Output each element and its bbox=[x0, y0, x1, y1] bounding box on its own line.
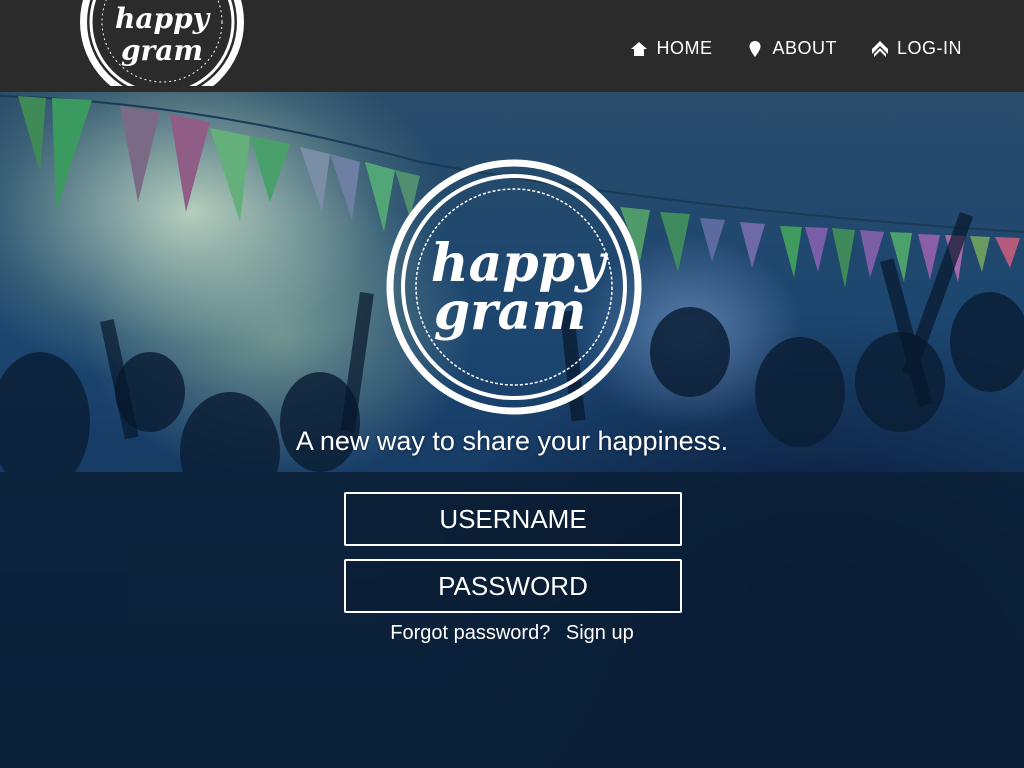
hero-section: happy gram A new way to share your happi… bbox=[0, 92, 1024, 768]
main-nav: HOME ABOUT LOG-IN bbox=[630, 38, 962, 59]
nav-login[interactable]: LOG-IN bbox=[871, 38, 962, 59]
brand-logo-top: happy bbox=[115, 2, 211, 35]
brand-logo-bottom: gram bbox=[121, 34, 203, 67]
password-input[interactable] bbox=[344, 559, 682, 613]
nav-home-label: HOME bbox=[656, 38, 713, 58]
tagline: A new way to share your happiness. bbox=[295, 426, 729, 456]
nav-about-label: ABOUT bbox=[772, 38, 837, 58]
brand-logo[interactable]: happy gram bbox=[76, 0, 248, 86]
top-navbar: happy gram HOME ABOUT LOG-IN bbox=[0, 0, 1024, 92]
auth-links: Forgot password? Sign up bbox=[0, 622, 1024, 645]
nav-about[interactable]: ABOUT bbox=[746, 38, 837, 59]
forgot-password-link[interactable]: Forgot password? bbox=[390, 622, 550, 644]
hero-logo: happy gram bbox=[386, 159, 642, 415]
hero-logo-bottom: gram bbox=[434, 281, 586, 342]
nav-login-label: LOG-IN bbox=[896, 38, 962, 58]
home-icon bbox=[630, 40, 648, 58]
nav-home[interactable]: HOME bbox=[630, 38, 712, 59]
chevron-up-icon bbox=[871, 40, 889, 58]
map-pin-icon bbox=[746, 40, 764, 58]
sign-up-link[interactable]: Sign up bbox=[566, 622, 634, 644]
username-input[interactable] bbox=[344, 492, 682, 546]
